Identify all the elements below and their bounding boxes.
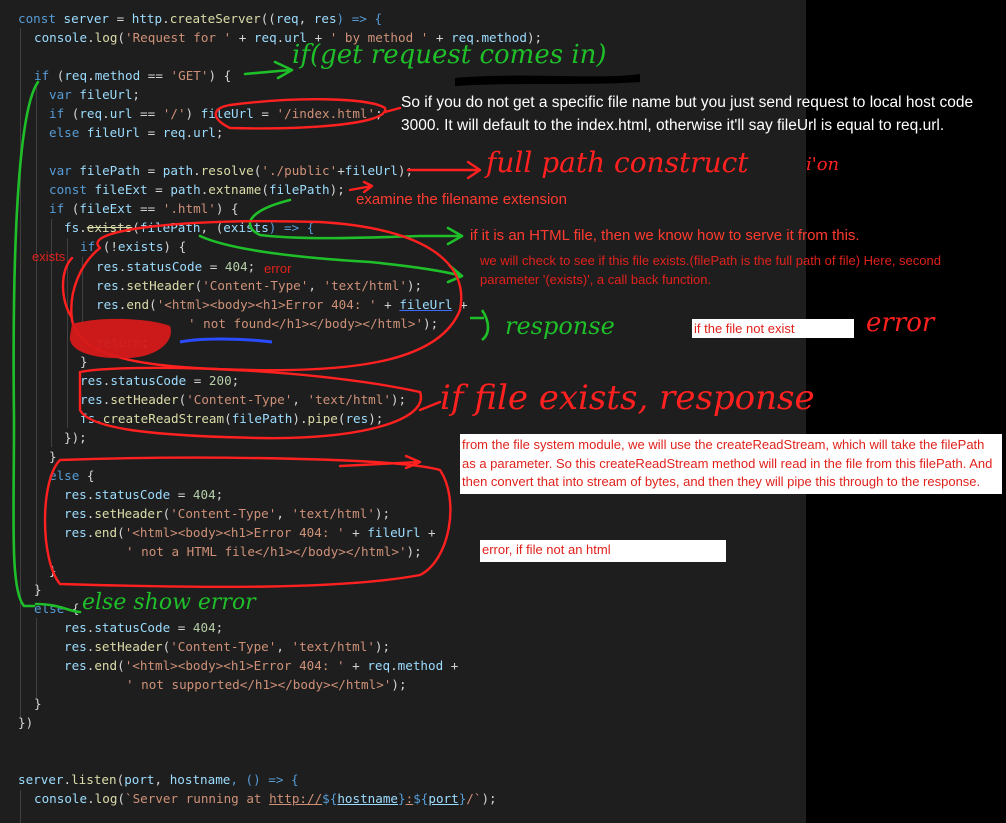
code-line: else fileUrl = req.url; (49, 125, 224, 140)
hand-note-file-exists: if file exists, response (440, 378, 815, 418)
code-line: } (80, 354, 88, 369)
hand-note-get: if(get request comes in) (292, 40, 607, 70)
label-error: error (264, 261, 292, 276)
note-exists-check: we will check to see if this file exists… (480, 253, 941, 287)
code-line: }); (64, 430, 87, 445)
code-line: ' not found</h1></body></html>'); (188, 316, 439, 331)
code-line: ' not a HTML file</h1></body></html>'); (126, 544, 422, 559)
code-line: } (34, 696, 42, 711)
note-html-file: if it is an HTML file, then we know how … (470, 227, 860, 244)
code-line: return; (96, 335, 150, 350)
code-line: res.setHeader('Content-Type', 'text/html… (64, 639, 391, 654)
box-file-not-exist: if the file not exist (692, 319, 854, 338)
code-line: res.statusCode = 404; (64, 487, 224, 502)
code-line: const server = http.createServer((req, r… (18, 11, 383, 26)
code-line: fs.createReadStream(filePath).pipe(res); (80, 411, 384, 426)
code-line: server.listen(port, hostname, () => { (18, 772, 299, 787)
code-line: console.log(`Server running at http://${… (34, 791, 497, 806)
hand-note-error: error (866, 308, 935, 338)
box-createreadstream: from the file system module, we will use… (460, 434, 1002, 494)
code-line: }) (18, 715, 34, 730)
code-line: if (!exists) { (80, 239, 187, 254)
code-line: if (fileExt == '.html') { (49, 201, 239, 216)
note-default-index: So if you do not get a specific file nam… (401, 94, 974, 134)
label-exists: exists (32, 249, 66, 264)
indent-guide (20, 28, 21, 718)
code-line: res.statusCode = 404; (96, 259, 256, 274)
code-line: res.setHeader('Content-Type', 'text/html… (64, 506, 391, 521)
indent-guide (82, 257, 83, 352)
hand-note-fullpath: full path construct (486, 146, 749, 179)
code-line: if (req.method == 'GET') { (34, 68, 232, 83)
code-line: res.statusCode = 200; (80, 373, 240, 388)
code-line: ' not supported</h1></body></html>'); (126, 677, 407, 692)
code-line: else { (34, 601, 80, 616)
code-line: fs.exists(filePath, (exists) => { (64, 220, 315, 235)
code-line: var fileUrl; (49, 87, 141, 102)
code-line: const fileExt = path.extname(filePath); (49, 182, 345, 197)
note-extension: examine the filename extension (356, 191, 567, 208)
code-line: res.end('<html><body><h1>Error 404: ' + … (96, 297, 468, 312)
hand-note-response: response (505, 312, 615, 340)
code-line: var filePath = path.resolve('./public'+f… (49, 163, 414, 178)
hand-note-else: else show error (82, 590, 256, 615)
indent-guide (20, 790, 21, 823)
code-line: res.setHeader('Content-Type', 'text/html… (80, 392, 407, 407)
indent-guide (36, 86, 37, 596)
code-line: if (req.url == '/') fileUrl = '/index.ht… (49, 106, 383, 121)
code-line: } (49, 449, 57, 464)
code-line: res.end('<html><body><h1>Error 404: ' + … (64, 658, 459, 673)
indent-guide (67, 238, 68, 428)
code-line: else { (49, 468, 95, 483)
box-not-html: error, if file not an html (480, 540, 726, 562)
code-line: res.end('<html><body><h1>Error 404: ' + … (64, 525, 436, 540)
code-line: res.statusCode = 404; (64, 620, 224, 635)
code-line: } (49, 563, 57, 578)
hand-note-ion: i'on (806, 154, 840, 175)
indent-guide (36, 618, 37, 698)
code-line: } (34, 582, 42, 597)
code-line: res.setHeader('Content-Type', 'text/html… (96, 278, 423, 293)
